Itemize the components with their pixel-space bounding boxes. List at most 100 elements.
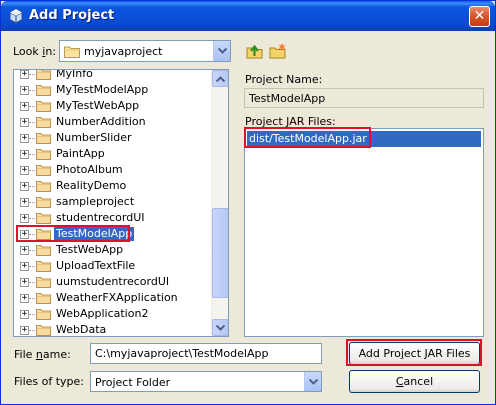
tree-connector (29, 138, 35, 139)
tree-item-label: studentrecordUI (56, 211, 145, 224)
tree-item[interactable]: + RealityDemo (14, 178, 213, 194)
project-tree[interactable]: + MyInfo + MyTestModelApp + MyTestWebApp + Numb… (13, 69, 229, 337)
tree-item-label: MyInfo (56, 69, 93, 80)
tree-connector (29, 298, 35, 299)
chevron-down-icon (308, 378, 318, 385)
tree-item-label: MyTestWebApp (56, 99, 140, 112)
tree-item[interactable]: + MyInfo (14, 69, 213, 82)
expand-icon[interactable]: + (20, 134, 29, 143)
tree-connector (29, 186, 35, 187)
folder-icon (36, 133, 51, 144)
expand-icon[interactable]: + (20, 70, 29, 79)
tree-item[interactable]: + MyTestWebApp (14, 98, 213, 114)
up-folder-icon[interactable] (246, 42, 264, 60)
tree-connector (29, 330, 35, 331)
folder-icon (36, 101, 51, 112)
new-folder-icon[interactable] (269, 42, 287, 60)
title-bar[interactable]: Add Project ✕ (1, 1, 495, 31)
tree-item[interactable]: + WebData (14, 322, 213, 336)
files-of-type-value: Project Folder (95, 376, 171, 389)
tree-item-label: NumberSlider (56, 131, 132, 144)
folder-icon (64, 46, 80, 58)
tree-item-label: PhotoAlbum (56, 163, 123, 176)
files-of-type-combo[interactable]: Project Folder (90, 371, 322, 392)
tree-item-label: WebApplication2 (56, 307, 149, 320)
tree-item[interactable]: + sampleproject (14, 194, 213, 210)
tree-connector (29, 218, 35, 219)
tree-connector (29, 266, 35, 267)
project-name-field: TestModelApp (244, 88, 484, 108)
chevron-up-icon (216, 75, 225, 82)
tree-item[interactable]: + PhotoAlbum (14, 162, 213, 178)
expand-icon[interactable]: + (20, 198, 29, 207)
tree-item[interactable]: + PaintApp (14, 146, 213, 162)
folder-icon (36, 117, 51, 128)
expand-icon[interactable]: + (20, 102, 29, 111)
folder-icon (36, 70, 51, 80)
folder-icon (36, 213, 51, 224)
expand-icon[interactable]: + (20, 230, 29, 239)
jar-list-item[interactable]: dist/TestModelApp.jar (247, 131, 481, 147)
look-in-value: myjavaproject (84, 45, 163, 58)
tree-connector (29, 74, 35, 75)
tree-item-label: uumstudentrecordUI (56, 275, 170, 288)
folder-icon (36, 261, 51, 272)
expand-icon[interactable]: + (20, 86, 29, 95)
scroll-thumb[interactable] (212, 207, 228, 298)
look-in-label: Look in: (13, 45, 57, 58)
tree-vertical-scrollbar[interactable] (211, 70, 228, 336)
cancel-button[interactable]: Cancel (349, 370, 480, 393)
tree-item-label: UploadTextFile (56, 259, 136, 272)
tree-connector (29, 282, 35, 283)
expand-icon[interactable]: + (20, 150, 29, 159)
tree-item[interactable]: + UploadTextFile (14, 258, 213, 274)
tree-item[interactable]: + WebApplication2 (14, 306, 213, 322)
tree-item[interactable]: + WeatherFXApplication (14, 290, 213, 306)
tree-item[interactable]: + TestModelApp (14, 226, 213, 242)
tree-connector (29, 90, 35, 91)
look-in-dropdown-button[interactable] (213, 41, 230, 61)
project-jar-files-list[interactable]: dist/TestModelApp.jar (244, 128, 484, 337)
scroll-down-button[interactable] (212, 319, 228, 336)
tree-item-label: WeatherFXApplication (56, 291, 178, 304)
tree-connector (29, 314, 35, 315)
folder-icon (36, 325, 51, 336)
close-button[interactable]: ✕ (469, 6, 490, 27)
file-name-input[interactable]: C:\myjavaproject\TestModelApp (90, 343, 322, 364)
tree-item-label: RealityDemo (56, 179, 127, 192)
expand-icon[interactable]: + (20, 294, 29, 303)
tree-item[interactable]: + MyTestModelApp (14, 82, 213, 98)
expand-icon[interactable]: + (20, 214, 29, 223)
window-title: Add Project (29, 8, 115, 23)
files-of-type-dropdown-button[interactable] (304, 372, 321, 391)
tree-connector (29, 122, 35, 123)
tree-connector (29, 250, 35, 251)
expand-icon[interactable]: + (20, 166, 29, 175)
files-of-type-label: Files of type: (14, 375, 85, 388)
tree-item[interactable]: + TestWebApp (14, 242, 213, 258)
look-in-combo[interactable]: myjavaproject (59, 40, 231, 62)
file-name-label: File name: (14, 348, 71, 361)
expand-icon[interactable]: + (20, 310, 29, 319)
expand-icon[interactable]: + (20, 262, 29, 271)
tree-item-label: WebData (56, 323, 107, 336)
tree-item[interactable]: + NumberAddition (14, 114, 213, 130)
tree-item[interactable]: + NumberSlider (14, 130, 213, 146)
folder-icon (36, 245, 51, 256)
project-name-label: Project Name: (245, 73, 323, 86)
netbeans-icon (9, 8, 23, 24)
folder-icon (36, 165, 51, 176)
tree-item[interactable]: + uumstudentrecordUI (14, 274, 213, 290)
tree-item[interactable]: + studentrecordUI (14, 210, 213, 226)
tree-item-label: NumberAddition (56, 115, 146, 128)
expand-icon[interactable]: + (20, 182, 29, 191)
expand-icon[interactable]: + (20, 246, 29, 255)
scroll-up-button[interactable] (212, 70, 228, 87)
expand-icon[interactable]: + (20, 326, 29, 335)
tree-item-label: TestModelApp (54, 227, 135, 241)
expand-icon[interactable]: + (20, 278, 29, 287)
tree-connector (29, 106, 35, 107)
chevron-down-icon (216, 324, 225, 331)
add-project-jar-files-button[interactable]: Add Project JAR Files (349, 342, 480, 365)
expand-icon[interactable]: + (20, 118, 29, 127)
